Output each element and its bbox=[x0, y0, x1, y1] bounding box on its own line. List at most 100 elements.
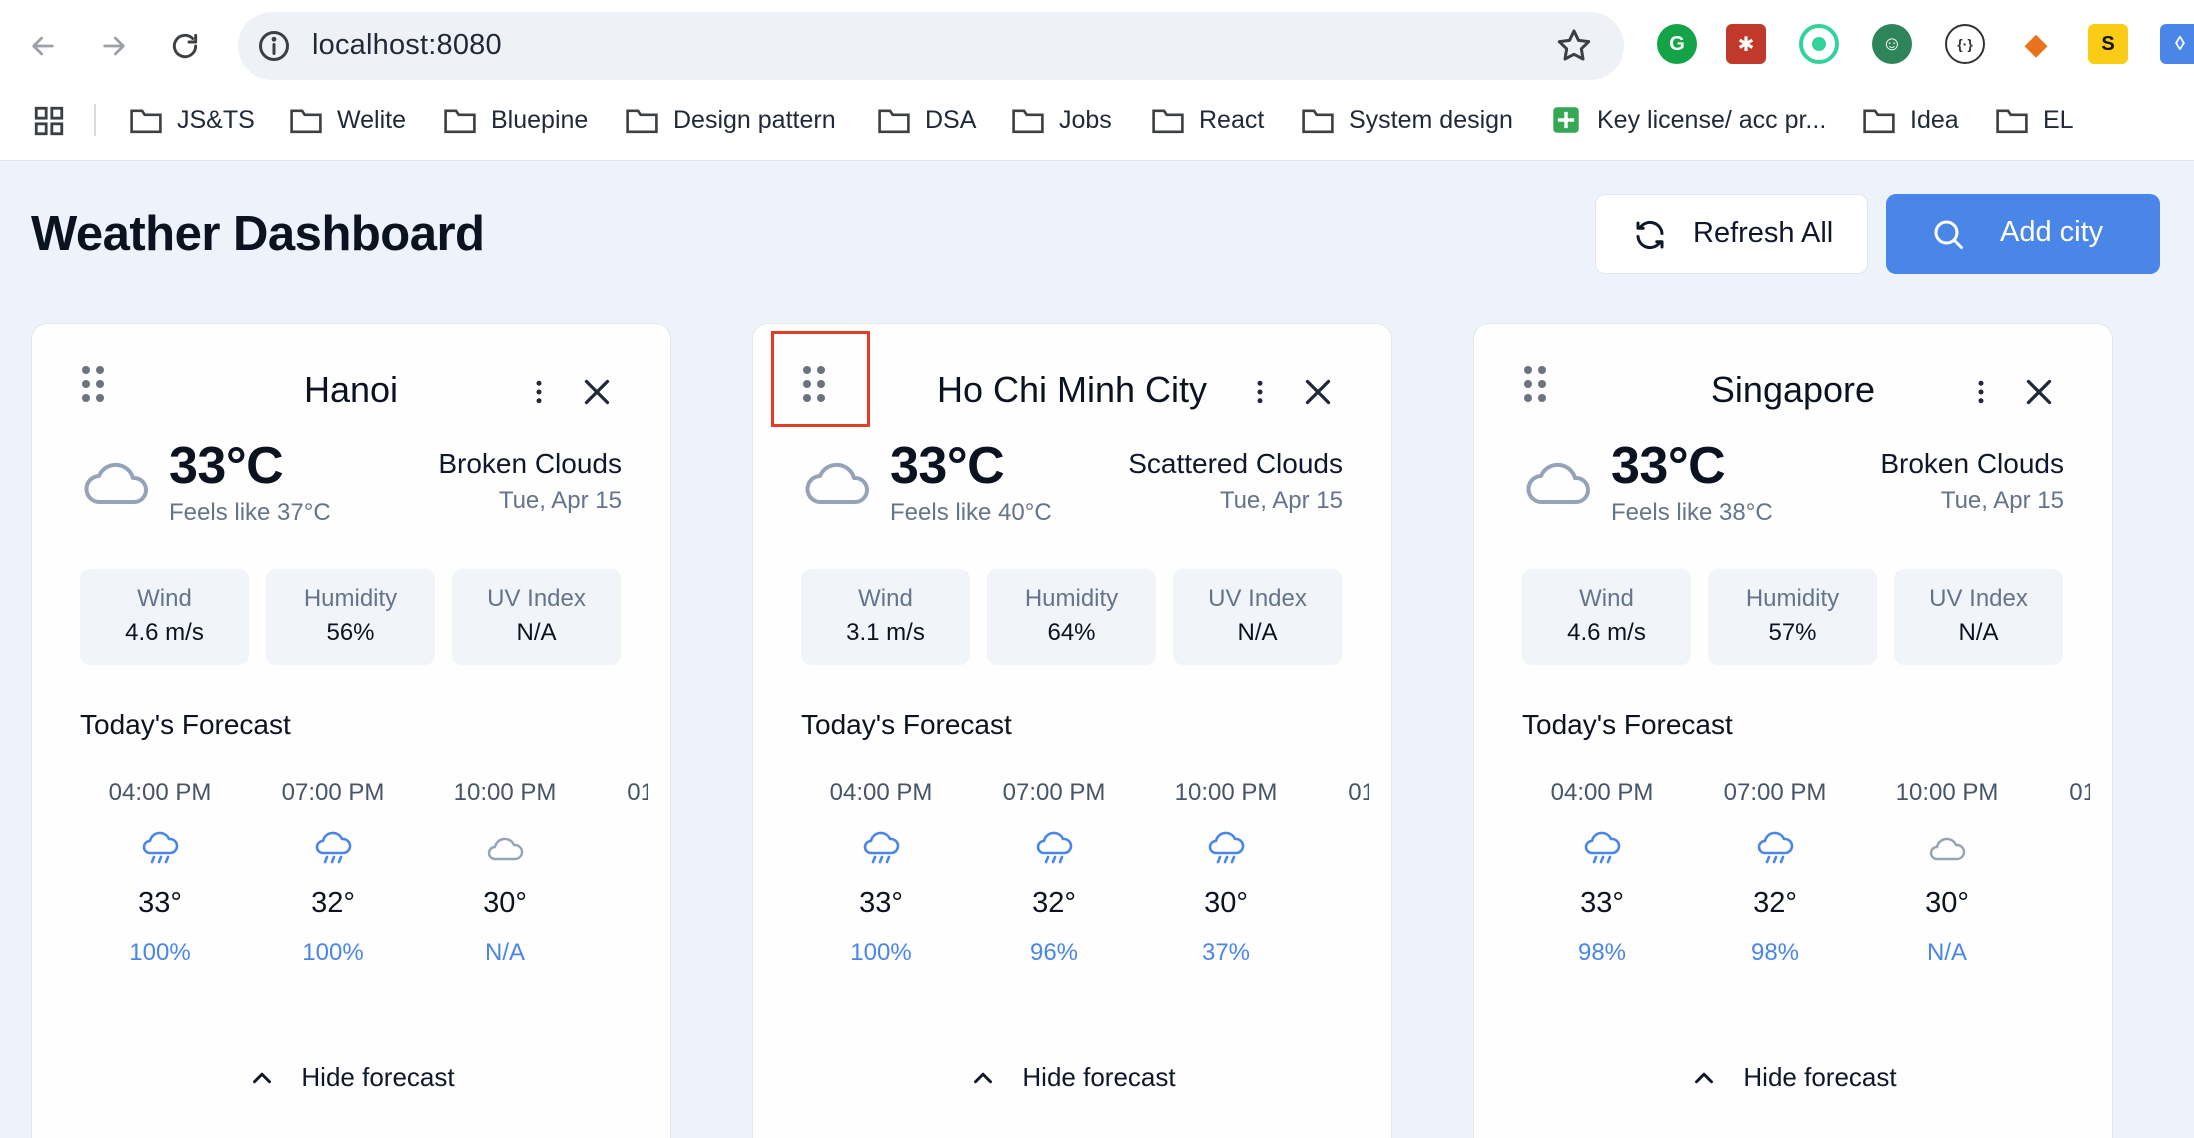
bookmark-folder[interactable]: Design pattern bbox=[625, 100, 836, 140]
bookmark-label: DSA bbox=[925, 105, 977, 134]
stat-humidity: Humidity 64% bbox=[987, 569, 1156, 665]
grammarly-icon[interactable]: G bbox=[1657, 24, 1697, 64]
cloud-icon bbox=[84, 462, 148, 505]
close-icon[interactable] bbox=[579, 374, 615, 410]
hide-forecast-button[interactable]: Hide forecast bbox=[753, 1062, 1391, 1093]
weather-date: Tue, Apr 15 bbox=[498, 487, 622, 514]
stat-uv-index: UV Index N/A bbox=[452, 569, 621, 665]
stat-value: N/A bbox=[516, 619, 557, 646]
stat-value: 3.1 m/s bbox=[846, 619, 925, 646]
bookmark-folder[interactable]: Idea bbox=[1862, 100, 1959, 140]
forecast-time: 04:00 PM bbox=[1550, 779, 1654, 806]
cloud-icon bbox=[1526, 462, 1590, 505]
feels-like: Feels like 38°C bbox=[1611, 499, 1773, 526]
more-options-icon[interactable] bbox=[1966, 374, 1996, 410]
chevron-up-icon bbox=[253, 1072, 272, 1083]
bookmark-folder[interactable]: JS&TS bbox=[129, 100, 255, 140]
reload-icon bbox=[172, 33, 198, 59]
city-card: Hanoi 33°C Feels like 37°C Broken Clouds… bbox=[31, 323, 671, 1138]
bookmark-folder[interactable]: React bbox=[1151, 100, 1264, 140]
city-card: Ho Chi Minh City 33°C Feels like 40°C Sc… bbox=[752, 323, 1392, 1138]
extension-bug-icon[interactable]: ✱ bbox=[1726, 24, 1766, 64]
extension-drop-icon[interactable]: ◊ bbox=[2160, 24, 2194, 64]
city-name: Singapore bbox=[1710, 369, 1876, 410]
refresh-all-label: Refresh All bbox=[1693, 217, 1834, 249]
stat-wind: Wind 4.6 m/s bbox=[80, 569, 249, 665]
address-bar[interactable]: localhost:8080 bbox=[238, 12, 1624, 80]
bookmark-label: Bluepine bbox=[491, 105, 589, 134]
stat-label: Wind bbox=[137, 585, 192, 612]
bookmark-folder[interactable]: DSA bbox=[877, 100, 976, 140]
weather-date: Tue, Apr 15 bbox=[1940, 487, 2064, 514]
forecast-temp: 30° bbox=[1204, 887, 1248, 919]
stat-label: Humidity bbox=[1024, 585, 1119, 612]
hide-forecast-button[interactable]: Hide forecast bbox=[1474, 1062, 2112, 1093]
forecast-precipitation: 98% bbox=[1577, 939, 1627, 966]
bookmark-folder[interactable]: EL bbox=[1995, 100, 2074, 140]
forecast-item: 01:00 AM bbox=[1319, 779, 1369, 867]
forecast-item: 01:00 AM bbox=[598, 779, 648, 867]
stat-value: 4.6 m/s bbox=[125, 619, 204, 646]
feels-like: Feels like 40°C bbox=[890, 499, 1052, 526]
apps-grid-icon[interactable] bbox=[32, 104, 66, 138]
current-temperature: 33°C bbox=[890, 437, 1005, 495]
extension-s-icon[interactable]: S bbox=[2088, 24, 2128, 64]
close-icon[interactable] bbox=[2021, 374, 2057, 410]
stat-value: 4.6 m/s bbox=[1567, 619, 1646, 646]
extension-target-icon[interactable] bbox=[1799, 24, 1839, 64]
refresh-all-button[interactable]: Refresh All bbox=[1595, 194, 1868, 274]
folder-icon bbox=[290, 109, 322, 134]
bookmark-label: JS&TS bbox=[177, 105, 255, 134]
url-text[interactable]: localhost:8080 bbox=[312, 29, 502, 62]
forecast-precipitation: N/A bbox=[484, 939, 525, 966]
forecast-strip[interactable]: 04:00 PM 33° 98% 07:00 PM 32° 98% 10:00 PM 30° N… bbox=[1522, 779, 2090, 989]
folder-icon bbox=[444, 109, 476, 134]
back-button[interactable] bbox=[17, 20, 69, 72]
reload-button[interactable] bbox=[159, 20, 211, 72]
more-options-icon[interactable] bbox=[1245, 374, 1275, 410]
forecast-precipitation: N/A bbox=[1926, 939, 1967, 966]
hide-forecast-button[interactable]: Hide forecast bbox=[32, 1062, 670, 1093]
stat-uv-index: UV Index N/A bbox=[1173, 569, 1342, 665]
bookmark-folder[interactable]: Jobs bbox=[1011, 100, 1112, 140]
forecast-strip[interactable]: 04:00 PM 33° 100% 07:00 PM 32° 100% 10:00 PM 30… bbox=[80, 779, 648, 989]
bookmark-label: Design pattern bbox=[673, 105, 836, 134]
chevron-up-icon bbox=[1695, 1072, 1714, 1083]
rain-cloud-icon bbox=[315, 831, 352, 864]
close-icon[interactable] bbox=[1300, 374, 1336, 410]
bookmark-star-icon[interactable] bbox=[1554, 26, 1594, 66]
bookmark-folder[interactable]: Welite bbox=[289, 100, 406, 140]
bookmark-label: Idea bbox=[1910, 105, 1959, 134]
more-options-icon[interactable] bbox=[524, 374, 554, 410]
feels-like: Feels like 37°C bbox=[169, 499, 331, 526]
drag-handle-highlight bbox=[771, 331, 870, 427]
forecast-temp: 30° bbox=[483, 887, 527, 919]
forecast-time: 10:00 PM bbox=[1895, 779, 1999, 806]
bookmark-label: System design bbox=[1349, 105, 1513, 134]
forward-button[interactable] bbox=[88, 20, 140, 72]
hide-forecast-label: Hide forecast bbox=[1743, 1062, 1897, 1092]
add-city-button[interactable]: Add city bbox=[1886, 194, 2160, 274]
metamask-fox-icon[interactable]: ◆ bbox=[2016, 24, 2056, 64]
forecast-temp: 32° bbox=[1032, 887, 1076, 919]
city-name: Hanoi bbox=[303, 369, 399, 410]
forecast-title: Today's Forecast bbox=[80, 709, 291, 740]
site-info-icon[interactable] bbox=[256, 28, 292, 64]
bookmark-link[interactable]: Key license/ acc pr... bbox=[1549, 100, 1826, 140]
bookmark-folder[interactable]: Bluepine bbox=[443, 100, 588, 140]
search-icon bbox=[1934, 220, 1963, 249]
bookmark-label: Key license/ acc pr... bbox=[1597, 105, 1827, 134]
forecast-precipitation: 96% bbox=[1029, 939, 1079, 966]
folder-icon bbox=[1996, 109, 2028, 134]
bookmarks-divider bbox=[94, 104, 96, 136]
stat-label: Humidity bbox=[303, 585, 398, 612]
extension-robot-icon[interactable]: ☺ bbox=[1872, 24, 1912, 64]
stat-label: UV Index bbox=[1929, 585, 2028, 612]
forecast-time: 10:00 PM bbox=[453, 779, 557, 806]
bookmark-folder[interactable]: System design bbox=[1301, 100, 1513, 140]
stat-wind: Wind 4.6 m/s bbox=[1522, 569, 1691, 665]
current-temperature: 33°C bbox=[1611, 437, 1726, 495]
forecast-strip[interactable]: 04:00 PM 33° 100% 07:00 PM 32° 96% 10:00 PM 30°… bbox=[801, 779, 1369, 989]
forecast-temp: 30° bbox=[1925, 887, 1969, 919]
extension-code-icon[interactable]: {·} bbox=[1945, 24, 1985, 64]
